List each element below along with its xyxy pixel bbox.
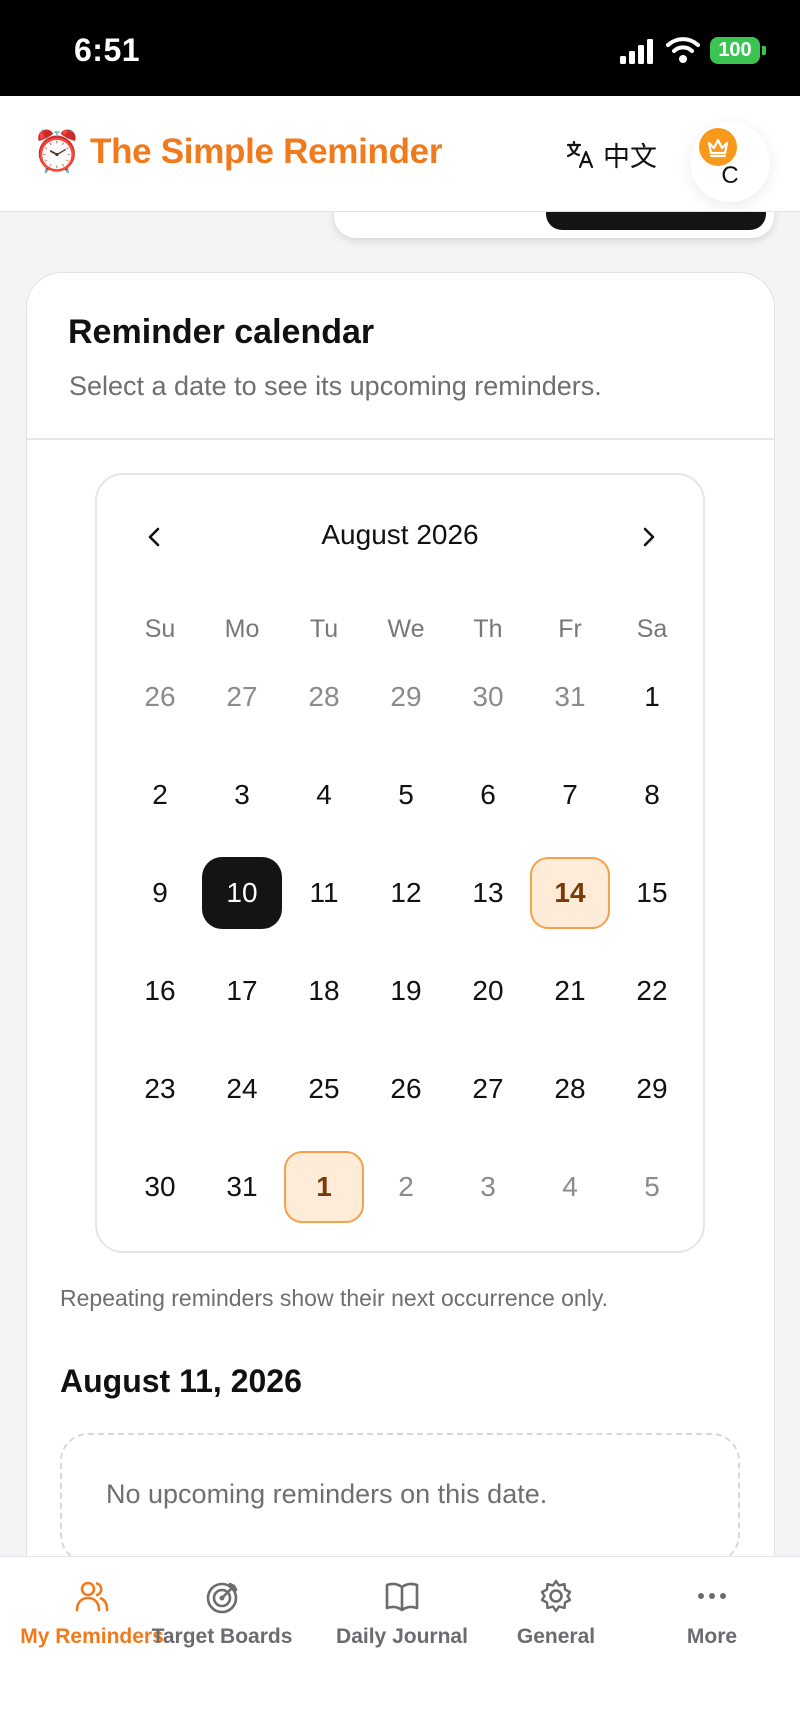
weekday-header: Mo: [224, 615, 260, 643]
month-calendar: August 2026 Su Mo Tu We Th Fr Sa 26 27 28 29 30 31 1 2…: [95, 473, 705, 1253]
calendar-day[interactable]: 23: [120, 1053, 200, 1125]
language-toggle-button[interactable]: 中文: [565, 136, 657, 172]
calendar-day[interactable]: 24: [202, 1053, 282, 1125]
calendar-day-outside-month[interactable]: 5: [612, 1151, 692, 1223]
premium-crown-badge: [699, 128, 737, 166]
status-bar: 6:51 100: [0, 0, 800, 96]
calendar-day[interactable]: 7: [530, 759, 610, 831]
calendar-day-selected[interactable]: 10: [202, 857, 282, 929]
nav-item-general[interactable]: General: [476, 1577, 636, 1677]
gear-icon: [540, 1579, 572, 1613]
next-month-button[interactable]: [626, 515, 670, 559]
nav-item-daily-journal[interactable]: Daily Journal: [322, 1577, 482, 1677]
calendar-day[interactable]: 18: [284, 955, 364, 1027]
calendar-day[interactable]: 22: [612, 955, 692, 1027]
empty-state-text: No upcoming reminders on this date.: [106, 1479, 548, 1509]
calendar-day-outside-month[interactable]: 30: [448, 661, 528, 733]
target-icon: [206, 1582, 238, 1614]
battery-indicator: 100: [710, 37, 766, 64]
translate-icon: [566, 140, 594, 169]
status-time: 6:51: [74, 32, 141, 68]
calendar-day-outside-month[interactable]: 26: [120, 661, 200, 733]
nav-label: Target Boards: [151, 1625, 293, 1648]
more-dots-icon: [698, 1593, 726, 1599]
bottom-navigation: My Reminders Target Boards Daily Journal Ge…: [0, 1556, 800, 1731]
book-icon: [385, 1582, 419, 1612]
reminder-calendar-card: Reminder calendar Select a date to see i…: [26, 272, 775, 1672]
calendar-day-outside-month[interactable]: 28: [284, 661, 364, 733]
card-title: Reminder calendar: [68, 313, 375, 351]
nav-label: General: [516, 1625, 596, 1648]
month-label: August 2026: [321, 519, 479, 550]
calendar-day[interactable]: 9: [120, 857, 200, 929]
calendar-day[interactable]: 11: [284, 857, 364, 929]
calendar-day[interactable]: 3: [202, 759, 282, 831]
calendar-day-outside-month[interactable]: 29: [366, 661, 446, 733]
calendar-day[interactable]: 16: [120, 955, 200, 1027]
crown-icon: [707, 138, 729, 158]
calendar-day[interactable]: 2: [120, 759, 200, 831]
weekday-header: Su: [144, 615, 176, 643]
calendar-day[interactable]: 13: [448, 857, 528, 929]
calendar-day-outside-month[interactable]: 31: [530, 661, 610, 733]
card-subtitle: Select a date to see its upcoming remind…: [69, 371, 602, 401]
selected-date-heading: August 11, 2026: [60, 1363, 302, 1399]
users-icon: [75, 1581, 109, 1612]
app-title: The Simple Reminder: [90, 132, 443, 171]
calendar-day-outside-month[interactable]: 4: [530, 1151, 610, 1223]
calendar-day[interactable]: 26: [366, 1053, 446, 1125]
wifi-icon: [666, 37, 700, 63]
calendar-day-outside-month[interactable]: 27: [202, 661, 282, 733]
calendar-day[interactable]: 12: [366, 857, 446, 929]
calendar-day[interactable]: 28: [530, 1053, 610, 1125]
calendar-day[interactable]: 1: [612, 661, 692, 733]
app-header: ⏰ The Simple Reminder 中文 C: [0, 96, 800, 212]
calendar-day[interactable]: 27: [448, 1053, 528, 1125]
calendar-day[interactable]: 4: [284, 759, 364, 831]
chevron-right-icon: [643, 527, 655, 547]
calendar-day[interactable]: 15: [612, 857, 692, 929]
divider: [27, 438, 774, 440]
empty-reminders-box: No upcoming reminders on this date.: [60, 1433, 740, 1563]
calendar-day[interactable]: 21: [530, 955, 610, 1027]
nav-item-more[interactable]: More: [632, 1577, 792, 1677]
weekday-header: Th: [473, 615, 503, 643]
calendar-day-outside-month[interactable]: 3: [448, 1151, 528, 1223]
cellular-signal-icon: [620, 38, 654, 64]
calendar-day[interactable]: 31: [202, 1151, 282, 1223]
avatar-initial: C: [721, 162, 739, 189]
calendar-day-with-reminder[interactable]: 1: [284, 1151, 364, 1223]
calendar-day[interactable]: 6: [448, 759, 528, 831]
weekday-header: Fr: [558, 615, 582, 643]
nav-label: More: [686, 1625, 738, 1648]
weekday-header: Sa: [636, 615, 668, 643]
calendar-day-outside-month[interactable]: 2: [366, 1151, 446, 1223]
calendar-day[interactable]: 25: [284, 1053, 364, 1125]
calendar-day[interactable]: 17: [202, 955, 282, 1027]
nav-item-target-boards[interactable]: Target Boards: [142, 1577, 302, 1677]
weekday-header: Tu: [309, 615, 339, 643]
weekday-header: We: [387, 615, 425, 643]
calendar-day-with-reminder[interactable]: 14: [530, 857, 610, 929]
language-label: 中文: [603, 141, 657, 172]
calendar-day[interactable]: 30: [120, 1151, 200, 1223]
calendar-day[interactable]: 29: [612, 1053, 692, 1125]
nav-label: Daily Journal: [336, 1625, 468, 1648]
calendar-day[interactable]: 5: [366, 759, 446, 831]
calendar-day[interactable]: 19: [366, 955, 446, 1027]
alarm-clock-icon: ⏰: [32, 130, 82, 174]
repeating-reminders-note: Repeating reminders show their next occu…: [60, 1285, 609, 1311]
calendar-day[interactable]: 8: [612, 759, 692, 831]
profile-avatar-button[interactable]: C: [690, 122, 770, 202]
calendar-day[interactable]: 20: [448, 955, 528, 1027]
